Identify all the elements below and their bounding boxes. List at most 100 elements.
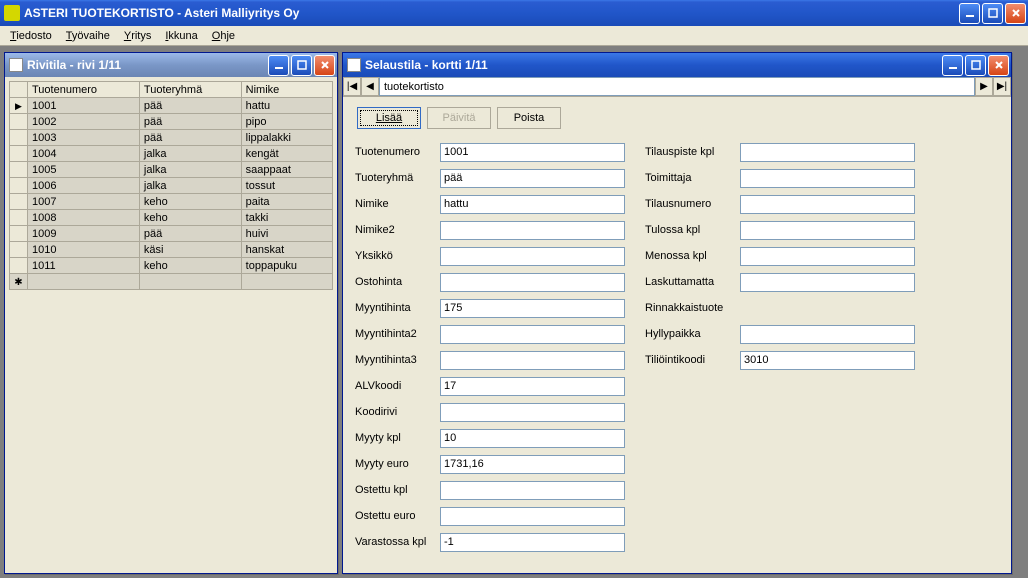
table-row[interactable]: 1009päähuivi xyxy=(10,226,333,242)
nav-prev-button[interactable]: ◀ xyxy=(361,77,379,96)
cell[interactable]: hanskat xyxy=(241,242,332,258)
table-row[interactable]: 1007kehopaita xyxy=(10,194,333,210)
product-grid[interactable]: TuotenumeroTuoteryhmäNimike 1001päähattu… xyxy=(9,81,333,290)
row-header[interactable] xyxy=(10,242,28,258)
left-input[interactable] xyxy=(440,351,625,370)
rivitila-titlebar[interactable]: Rivitila - rivi 1/11 xyxy=(5,53,337,77)
sel-close-button[interactable] xyxy=(988,55,1009,76)
cell[interactable]: keho xyxy=(139,194,241,210)
right-input[interactable] xyxy=(740,221,915,240)
cell[interactable]: lippalakki xyxy=(241,130,332,146)
nav-last-button[interactable]: ▶| xyxy=(993,77,1011,96)
cell[interactable]: 1006 xyxy=(28,178,140,194)
sel-maximize-button[interactable] xyxy=(965,55,986,76)
table-row[interactable]: 1008kehotakki xyxy=(10,210,333,226)
sel-minimize-button[interactable] xyxy=(942,55,963,76)
cell[interactable]: käsi xyxy=(139,242,241,258)
col-header[interactable]: Tuotenumero xyxy=(28,82,140,98)
row-header[interactable] xyxy=(10,258,28,274)
left-input[interactable] xyxy=(440,507,625,526)
row-header[interactable] xyxy=(10,274,28,290)
right-input[interactable] xyxy=(740,273,915,292)
cell[interactable]: pää xyxy=(139,114,241,130)
table-row[interactable]: 1005jalkasaappaat xyxy=(10,162,333,178)
row-header[interactable] xyxy=(10,226,28,242)
cell[interactable]: kengät xyxy=(241,146,332,162)
row-header[interactable] xyxy=(10,114,28,130)
cell[interactable]: pää xyxy=(139,130,241,146)
cell[interactable]: takki xyxy=(241,210,332,226)
add-button[interactable]: Lisää xyxy=(357,107,421,129)
left-input[interactable] xyxy=(440,533,625,552)
cell[interactable]: 1001 xyxy=(28,98,140,114)
delete-button[interactable]: Poista xyxy=(497,107,561,129)
cell[interactable]: 1008 xyxy=(28,210,140,226)
cell[interactable]: 1003 xyxy=(28,130,140,146)
left-input[interactable] xyxy=(440,429,625,448)
row-header[interactable] xyxy=(10,178,28,194)
right-input[interactable] xyxy=(740,169,915,188)
left-input[interactable] xyxy=(440,377,625,396)
rivi-maximize-button[interactable] xyxy=(291,55,312,76)
cell[interactable]: hattu xyxy=(241,98,332,114)
cell[interactable]: toppapuku xyxy=(241,258,332,274)
cell[interactable]: 1009 xyxy=(28,226,140,242)
left-input[interactable] xyxy=(440,455,625,474)
left-input[interactable] xyxy=(440,195,625,214)
col-header[interactable]: Nimike xyxy=(241,82,332,98)
table-row[interactable]: 1010käsihanskat xyxy=(10,242,333,258)
cell[interactable] xyxy=(139,274,241,290)
table-row[interactable]: 1011kehotoppapuku xyxy=(10,258,333,274)
right-input[interactable] xyxy=(740,195,915,214)
cell[interactable]: paita xyxy=(241,194,332,210)
left-input[interactable] xyxy=(440,299,625,318)
new-row[interactable] xyxy=(10,274,333,290)
right-input[interactable] xyxy=(740,143,915,162)
cell[interactable]: 1010 xyxy=(28,242,140,258)
row-header[interactable] xyxy=(10,194,28,210)
left-input[interactable] xyxy=(440,481,625,500)
cell[interactable]: jalka xyxy=(139,178,241,194)
menu-työvaihe[interactable]: Työvaihe xyxy=(60,28,116,44)
cell[interactable]: keho xyxy=(139,258,241,274)
row-header[interactable] xyxy=(10,146,28,162)
table-row[interactable]: 1004jalkakengät xyxy=(10,146,333,162)
left-input[interactable] xyxy=(440,221,625,240)
menu-tiedosto[interactable]: Tiedosto xyxy=(4,28,58,44)
left-input[interactable] xyxy=(440,403,625,422)
row-header[interactable] xyxy=(10,130,28,146)
rivi-minimize-button[interactable] xyxy=(268,55,289,76)
menu-yritys[interactable]: Yritys xyxy=(118,28,158,44)
cell[interactable] xyxy=(241,274,332,290)
table-row[interactable]: 1001päähattu xyxy=(10,98,333,114)
cell[interactable]: jalka xyxy=(139,162,241,178)
cell[interactable]: 1005 xyxy=(28,162,140,178)
right-input[interactable] xyxy=(740,325,915,344)
cell[interactable] xyxy=(28,274,140,290)
close-button[interactable] xyxy=(1005,3,1026,24)
left-input[interactable] xyxy=(440,169,625,188)
cell[interactable]: pipo xyxy=(241,114,332,130)
menu-ohje[interactable]: Ohje xyxy=(206,28,241,44)
table-row[interactable]: 1003päälippalakki xyxy=(10,130,333,146)
cell[interactable]: pää xyxy=(139,226,241,242)
left-input[interactable] xyxy=(440,325,625,344)
nav-field[interactable] xyxy=(379,77,975,96)
selaustila-titlebar[interactable]: Selaustila - kortti 1/11 xyxy=(343,53,1011,77)
maximize-button[interactable] xyxy=(982,3,1003,24)
cell[interactable]: 1004 xyxy=(28,146,140,162)
nav-next-button[interactable]: ▶ xyxy=(975,77,993,96)
left-input[interactable] xyxy=(440,247,625,266)
cell[interactable]: 1007 xyxy=(28,194,140,210)
cell[interactable]: 1011 xyxy=(28,258,140,274)
right-input[interactable] xyxy=(740,351,915,370)
left-input[interactable] xyxy=(440,273,625,292)
col-header[interactable]: Tuoteryhmä xyxy=(139,82,241,98)
cell[interactable]: huivi xyxy=(241,226,332,242)
cell[interactable]: saappaat xyxy=(241,162,332,178)
rivi-close-button[interactable] xyxy=(314,55,335,76)
nav-first-button[interactable]: |◀ xyxy=(343,77,361,96)
menu-ikkuna[interactable]: Ikkuna xyxy=(159,28,203,44)
table-row[interactable]: 1002pääpipo xyxy=(10,114,333,130)
cell[interactable]: tossut xyxy=(241,178,332,194)
